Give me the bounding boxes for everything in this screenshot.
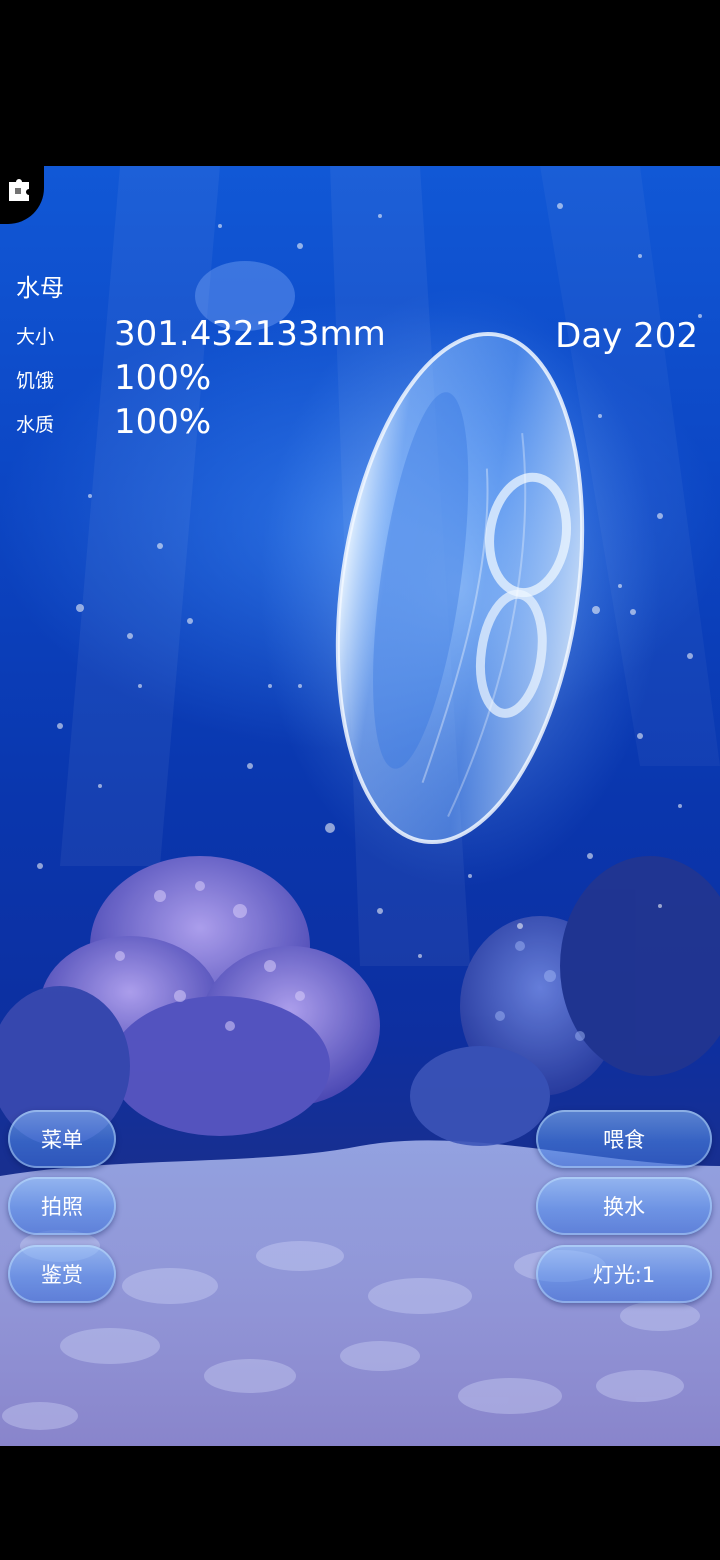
- menu-button[interactable]: 菜单: [8, 1110, 116, 1168]
- change-water-button[interactable]: 换水: [536, 1177, 712, 1235]
- hunger-value: 100%: [114, 358, 212, 398]
- feed-button[interactable]: 喂食: [536, 1110, 712, 1168]
- size-label: 大小: [16, 326, 55, 348]
- pet-name: 水母: [16, 274, 64, 302]
- size-value: 301.432133mm: [114, 314, 386, 354]
- puzzle-icon[interactable]: [6, 174, 36, 204]
- appreciate-button[interactable]: 鉴赏: [8, 1245, 116, 1303]
- water-quality-value: 100%: [114, 402, 212, 442]
- light-button[interactable]: 灯光:1: [536, 1245, 712, 1303]
- day-counter: Day 202: [555, 316, 698, 356]
- photo-button[interactable]: 拍照: [8, 1177, 116, 1235]
- hunger-label: 饥饿: [16, 370, 55, 392]
- water-quality-label: 水质: [16, 414, 55, 436]
- navigation-bar-area: [0, 1446, 720, 1560]
- status-bar-area: [0, 0, 720, 166]
